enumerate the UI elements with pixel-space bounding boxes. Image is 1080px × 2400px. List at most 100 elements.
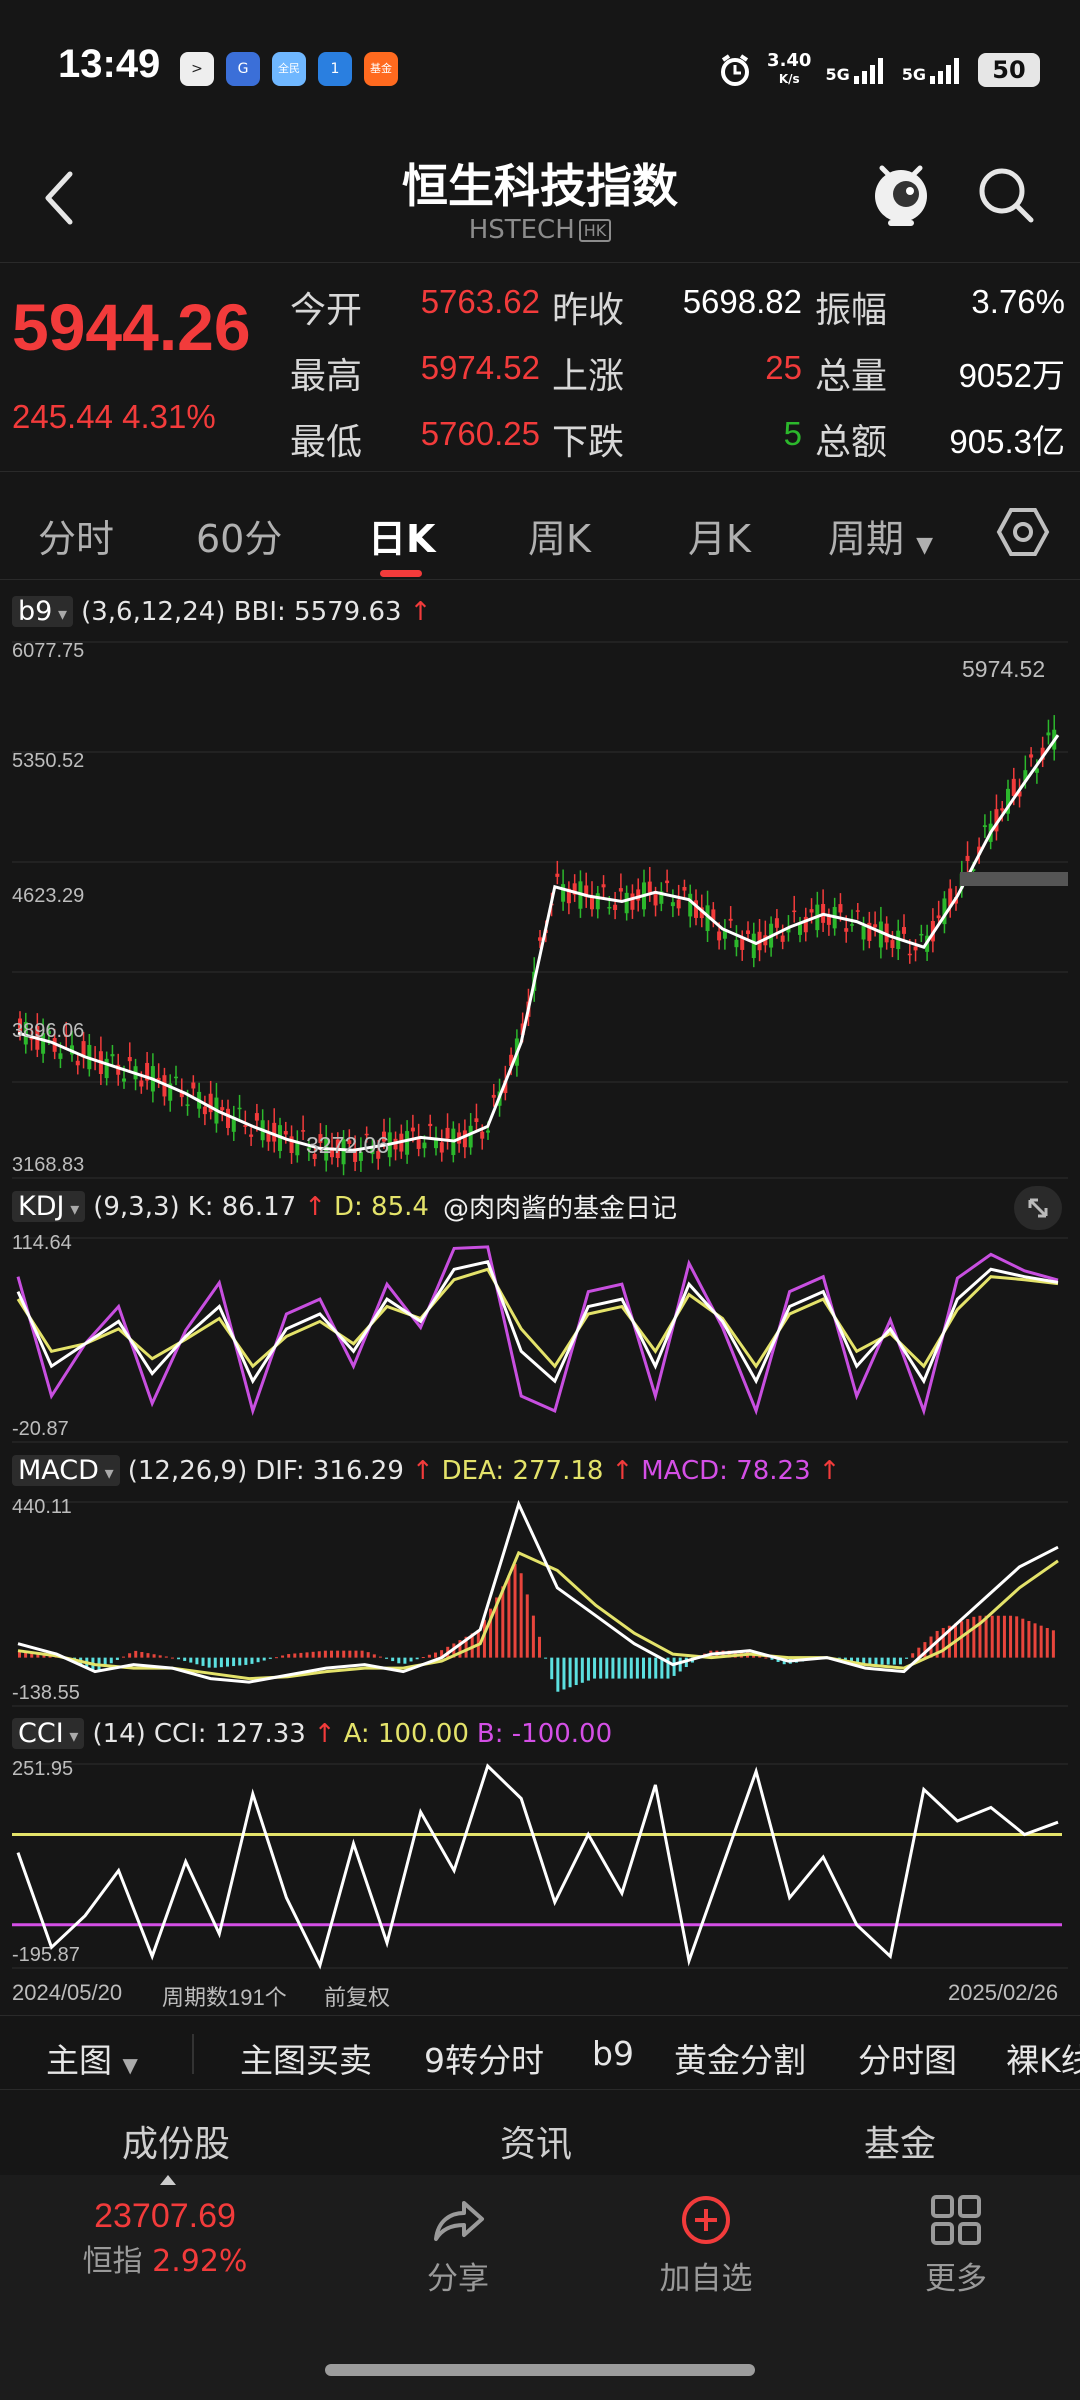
macd-bar	[593, 1657, 597, 1679]
macd-bar	[1021, 1618, 1025, 1658]
browser-notification-icon: G	[226, 52, 260, 86]
macd-bar	[238, 1657, 242, 1666]
macd-selector[interactable]: MACD	[12, 1455, 120, 1486]
search-icon[interactable]	[975, 164, 1037, 226]
candle	[1029, 754, 1034, 758]
candle	[601, 884, 606, 888]
settings-icon[interactable]	[995, 504, 1051, 560]
macd-bar	[886, 1657, 890, 1665]
dropdown-icon: ▼	[122, 2053, 138, 2077]
advancers-label: 上涨	[552, 356, 625, 397]
kdj-selector[interactable]: KDJ	[12, 1191, 86, 1222]
kdj-chart[interactable]	[12, 1236, 1068, 1446]
macd-bar	[898, 1657, 902, 1665]
candle	[855, 910, 860, 912]
tool-9-turn-intraday[interactable]: 9转分时	[424, 2034, 544, 2082]
macd-bar	[336, 1650, 340, 1658]
tab-news[interactable]: 资讯	[500, 2115, 572, 2167]
main-chart-menu[interactable]: 主图 ▼	[46, 2034, 138, 2082]
candle	[607, 906, 612, 909]
tab-daily-k[interactable]: 日K	[368, 508, 435, 563]
tab-monthly-k[interactable]: 月K	[688, 508, 751, 563]
macd-bar	[611, 1657, 615, 1679]
candle	[624, 892, 629, 914]
tab-funds[interactable]: 基金	[864, 2115, 936, 2167]
status-right: 3.40 K/s 5G 5G 50	[717, 48, 1040, 92]
tab-constituents[interactable]: 成份股	[122, 2115, 230, 2167]
tool-intraday-chart[interactable]: 分时图	[858, 2034, 957, 2082]
section-tabs: 成份股 资讯 基金	[0, 2095, 1080, 2175]
bbi-line	[17, 734, 1060, 1152]
volume-label: 总量	[815, 356, 888, 397]
share-button[interactable]: 分享	[358, 2195, 558, 2298]
candle	[486, 1130, 490, 1133]
expand-icon[interactable]	[1014, 1186, 1062, 1230]
tool-b9[interactable]: b9	[592, 2034, 634, 2073]
cci-y-min: -195.87	[12, 1944, 80, 1966]
active-tab-indicator	[380, 570, 422, 577]
macd-bar	[287, 1654, 291, 1658]
add-watchlist-button[interactable]: 加自选	[606, 2195, 806, 2298]
tool-main-buy-sell[interactable]: 主图买卖	[240, 2034, 372, 2082]
advancers-value: 25	[765, 349, 802, 386]
candle	[665, 880, 670, 884]
candle	[746, 930, 750, 934]
dropdown-icon: ▼	[916, 533, 934, 558]
price-change: 245.44 4.31%	[12, 398, 216, 435]
candle	[127, 1057, 132, 1062]
quote-panel: 5944.26 245.44 4.31% 今开 5763.62 昨收 5698.…	[0, 262, 1080, 472]
signal-2: 5G	[902, 56, 964, 84]
candle	[122, 1078, 126, 1082]
x-axis-start: 2024/05/20	[12, 1980, 123, 2005]
candle	[873, 924, 878, 928]
macd-bar	[678, 1657, 682, 1672]
macd-bar	[262, 1657, 266, 1661]
tab-intraday[interactable]: 分时	[38, 508, 114, 563]
macd-bar	[984, 1615, 988, 1658]
macd-bar	[299, 1652, 303, 1658]
tool-naked-k[interactable]: 裸K线	[1006, 2034, 1080, 2082]
candle	[936, 915, 941, 919]
macd-bar	[195, 1657, 199, 1665]
cci-chart[interactable]	[12, 1762, 1068, 1972]
macd-bar	[617, 1657, 621, 1679]
macd-bar	[232, 1657, 236, 1667]
candle	[174, 1076, 178, 1079]
main-indicator-selector[interactable]: b9	[12, 596, 74, 627]
robot-assistant-icon[interactable]	[868, 160, 934, 230]
candle	[272, 1122, 277, 1142]
main-y-tick: 4623.29	[12, 885, 85, 907]
macd-bar	[905, 1657, 909, 1659]
candle	[595, 893, 600, 910]
macd-bar	[323, 1650, 327, 1658]
macd-chart[interactable]	[12, 1500, 1068, 1710]
macd-bar	[599, 1657, 603, 1679]
more-button[interactable]: 更多	[856, 2195, 1056, 2298]
tool-golden-section[interactable]: 黄金分割	[674, 2034, 806, 2082]
tab-period[interactable]: 周期 ▼	[828, 508, 933, 563]
bbi-value: (3,6,12,24) BBI: 5579.63	[81, 596, 402, 627]
macd-bar	[164, 1656, 168, 1658]
macd-y-min: -138.55	[12, 1682, 80, 1704]
candle	[682, 886, 687, 891]
macd-bar	[605, 1657, 609, 1679]
tab-60min[interactable]: 60分	[196, 508, 282, 563]
macd-bar	[348, 1650, 352, 1658]
candlestick-chart[interactable]	[12, 640, 1068, 1180]
candle	[416, 1138, 421, 1149]
macd-bar	[1039, 1625, 1043, 1658]
macd-bar	[574, 1657, 578, 1686]
hsi-ticker[interactable]: 23707.69 恒指 2.92%	[65, 2197, 265, 2280]
up-arrow-icon: ↑	[409, 596, 432, 627]
candle	[439, 1142, 444, 1153]
cci-selector[interactable]: CCI	[12, 1718, 85, 1749]
prev-close-value: 5698.82	[682, 283, 802, 320]
candle	[555, 873, 560, 877]
x-axis-end: 2025/02/26	[948, 1980, 1059, 2005]
macd-bar	[1015, 1616, 1019, 1658]
period-count: 周期数191个	[162, 1985, 287, 2010]
app-notification-icon: 全民	[272, 52, 306, 86]
macd-bar	[519, 1573, 523, 1658]
tab-weekly-k[interactable]: 周K	[528, 508, 591, 563]
cci-b-value: B: -100.00	[476, 1718, 613, 1749]
